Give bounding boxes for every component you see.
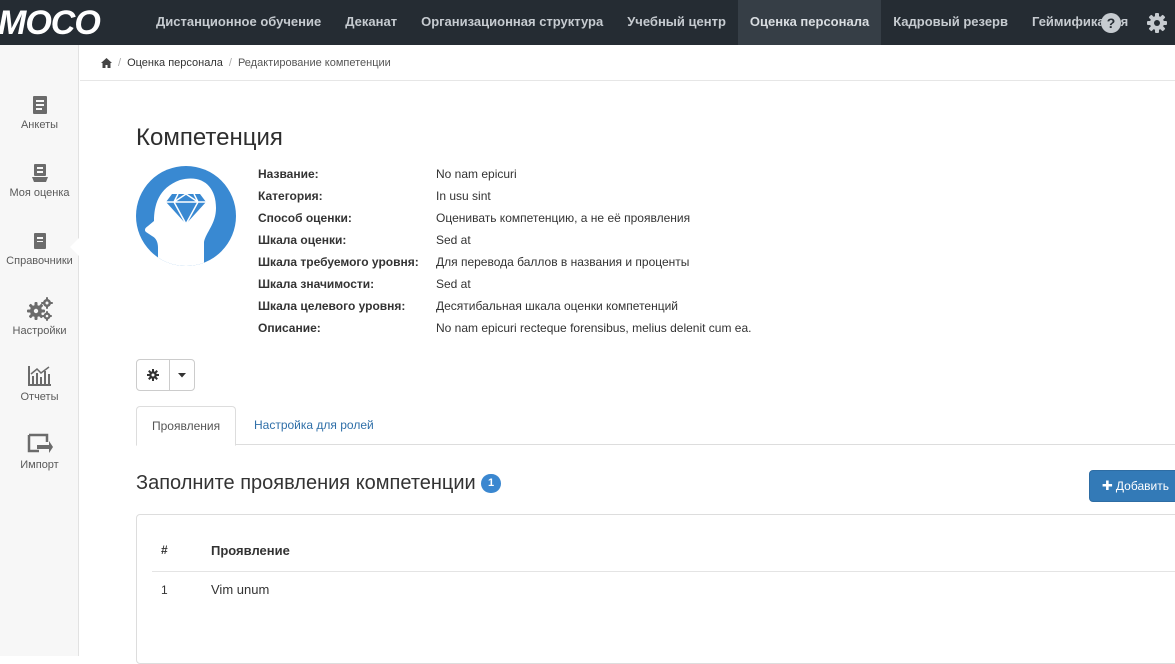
table-cell-manifestation[interactable]: Vim unum: [211, 582, 269, 597]
sidebar-item-my-assessment[interactable]: Моя оценка: [0, 163, 79, 223]
property-row: Шкала требуемого уровня: Для перевода ба…: [258, 251, 752, 273]
tabs: Проявления Настройка для ролей: [136, 406, 1175, 446]
table-cell-number: 1: [161, 583, 168, 597]
breadcrumb: / Оценка персонала / Редактирование комп…: [80, 45, 1175, 81]
page-title: Компетенция: [136, 124, 283, 151]
sidebar-item-label: Анкеты: [20, 119, 59, 131]
sidebar-item-reports[interactable]: Отчеты: [0, 365, 79, 425]
property-label: Шкала оценки:: [258, 233, 347, 247]
actions-button-group: [136, 359, 195, 391]
property-label: Шкала целевого уровня:: [258, 299, 406, 313]
chart-icon: [27, 366, 51, 386]
column-header-number: #: [161, 543, 168, 557]
help-icon[interactable]: ?: [1100, 12, 1122, 34]
sidebar-item-label: Импорт: [20, 459, 59, 471]
property-label: Название:: [258, 167, 319, 181]
tab-role-settings[interactable]: Настройка для ролей: [239, 406, 389, 445]
sidebar-item-questionnaires[interactable]: Анкеты: [0, 95, 79, 155]
sidebar-item-import[interactable]: Импорт: [0, 433, 79, 493]
moco-logo[interactable]: MOCO: [0, 6, 130, 38]
property-label: Шкала требуемого уровня:: [258, 255, 419, 269]
property-label: Шкала значимости:: [258, 277, 375, 291]
breadcrumb-separator: /: [118, 56, 122, 69]
actions-button[interactable]: [137, 360, 170, 390]
tab-manifestations[interactable]: Проявления: [136, 406, 237, 446]
sidebar-item-label: Отчеты: [20, 391, 59, 403]
questionnaire-icon: [32, 96, 47, 114]
nav-personnel-assessment[interactable]: Оценка персонала: [737, 0, 882, 45]
sidebar-item-label: Справочники: [6, 255, 73, 267]
gear-icon: [147, 369, 159, 381]
property-row: Шкала оценки: Sed at: [258, 229, 752, 251]
sidebar-item-settings[interactable]: Настройки: [0, 297, 79, 357]
sidebar: Анкеты Моя оценка Справочники Настройки …: [0, 45, 80, 656]
active-indicator: [70, 237, 80, 257]
property-row: Описание: No nam epicuri recteque forens…: [258, 317, 752, 339]
property-value: No nam epicuri recteque forensibus, meli…: [436, 321, 752, 335]
property-value: No nam epicuri: [436, 167, 517, 181]
nav-talent-pool[interactable]: Кадровый резерв: [881, 0, 1020, 45]
property-label: Способ оценки:: [258, 211, 352, 225]
add-button-label: Добавить: [1115, 479, 1169, 493]
table-divider: [152, 571, 1175, 572]
plus-icon: ✚: [1102, 478, 1113, 493]
sidebar-item-label: Моя оценка: [9, 187, 70, 199]
main-nav: Дистанционное обучение Деканат Организац…: [144, 0, 1140, 45]
property-row: Название: No nam epicuri: [258, 163, 752, 185]
property-row: Шкала значимости: Sed at: [258, 273, 752, 295]
reference-book-icon: [33, 233, 46, 249]
manifestations-table: # Проявление 1 Vim unum: [136, 514, 1175, 664]
property-label: Категория:: [258, 189, 323, 203]
column-header-manifestation[interactable]: Проявление: [211, 543, 290, 558]
head-diamond-icon: [144, 178, 216, 266]
sidebar-item-references[interactable]: Справочники: [0, 231, 79, 291]
property-value: Sed at: [436, 233, 471, 247]
section-title: Заполните проявления компетенции: [136, 472, 476, 494]
gears-icon: [26, 297, 53, 321]
caret-down-icon: [178, 372, 186, 377]
property-value: In usu sint: [436, 189, 491, 203]
breadcrumb-current: Редактирование компетенции: [237, 56, 391, 69]
count-badge: 1: [481, 474, 501, 493]
add-button[interactable]: ✚ Добавить: [1089, 470, 1175, 502]
actions-dropdown-toggle[interactable]: [170, 360, 194, 390]
nav-distance-learning[interactable]: Дистанционное обучение: [144, 0, 333, 45]
nav-org-structure[interactable]: Организационная структура: [409, 0, 615, 45]
home-icon[interactable]: [101, 57, 112, 68]
import-icon: [27, 433, 53, 453]
top-navbar: MOCO Дистанционное обучение Деканат Орга…: [0, 0, 1175, 45]
my-assessment-icon: [31, 164, 48, 182]
settings-gear-icon[interactable]: [1146, 12, 1168, 34]
property-label: Описание:: [258, 321, 321, 335]
svg-text:MOCO: MOCO: [0, 6, 100, 38]
competence-avatar: [136, 166, 236, 266]
breadcrumb-separator: /: [228, 56, 232, 69]
property-row: Категория: In usu sint: [258, 185, 752, 207]
breadcrumb-personnel-assessment[interactable]: Оценка персонала: [127, 57, 223, 69]
property-value: Sed at: [436, 277, 471, 291]
property-value: Для перевода баллов в названия и процент…: [436, 255, 690, 269]
property-value: Оценивать компетенцию, а не её проявлени…: [436, 211, 691, 225]
property-row: Шкала целевого уровня: Десятибальная шка…: [258, 295, 752, 317]
competence-properties: Название: No nam epicuri Категория: In u…: [258, 163, 752, 339]
property-row: Способ оценки: Оценивать компетенцию, а …: [258, 207, 752, 229]
nav-gamification[interactable]: Геймификация: [1020, 0, 1140, 45]
sidebar-item-label: Настройки: [12, 325, 67, 337]
nav-deanery[interactable]: Деканат: [333, 0, 409, 45]
nav-training-center[interactable]: Учебный центр: [615, 0, 738, 45]
svg-text:?: ?: [1107, 15, 1116, 31]
property-value: Десятибальная шкала оценки компетенций: [436, 299, 679, 313]
